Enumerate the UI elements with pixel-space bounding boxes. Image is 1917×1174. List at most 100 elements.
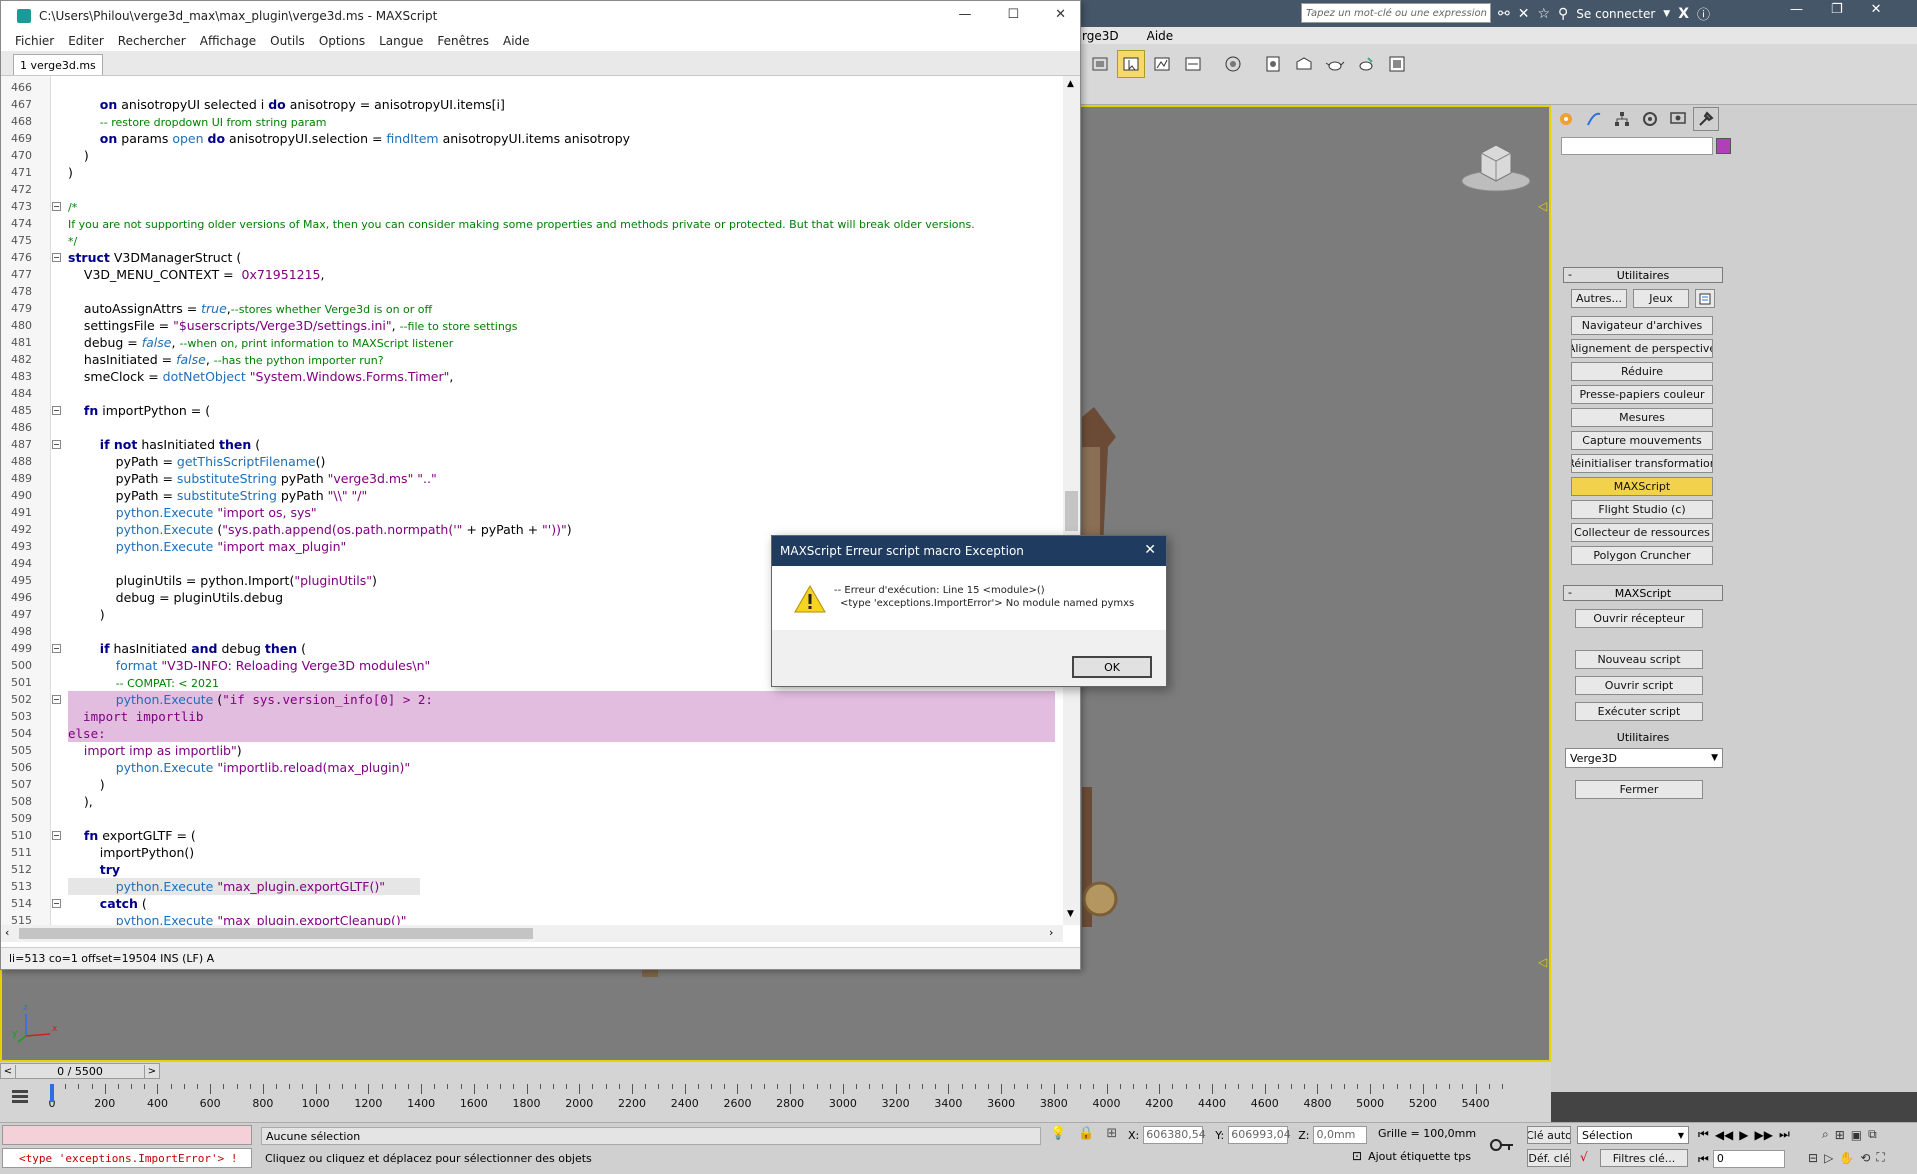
code-line[interactable]: 503 import importlib — [1, 708, 1063, 725]
listener-mini-top[interactable] — [2, 1125, 252, 1145]
menu-windows[interactable]: Fenêtres — [437, 34, 489, 48]
code-line[interactable]: 478 — [1, 283, 1063, 300]
code-line[interactable]: 508 ), — [1, 793, 1063, 810]
zoom-extents-icon[interactable]: ▣ — [1851, 1128, 1862, 1142]
maxscript-rollout-header[interactable]: - MAXScript — [1563, 585, 1723, 601]
set-key-button[interactable]: Déf. clé — [1527, 1149, 1571, 1167]
code-line[interactable]: 504 else: — [1, 725, 1063, 742]
select-object-icon[interactable] — [1117, 50, 1145, 78]
zoom-all-icon[interactable]: ⊞ — [1835, 1128, 1845, 1142]
code-line[interactable]: 469 on params open do anisotropyUI.selec… — [1, 130, 1063, 147]
render-frame-icon[interactable] — [1352, 50, 1380, 78]
code-line[interactable]: 484 — [1, 385, 1063, 402]
max-menu-help[interactable]: Aide — [1147, 29, 1174, 43]
play-icon[interactable]: ▶ — [1739, 1128, 1748, 1142]
new-script-button[interactable]: Nouveau script — [1575, 650, 1703, 669]
field-of-view-icon[interactable]: ▷ — [1824, 1151, 1833, 1165]
util-button-perspective-match[interactable]: Alignement de perspective — [1571, 339, 1713, 358]
editor-minimize-icon[interactable]: — — [958, 7, 971, 22]
code-line[interactable]: 466 — [1, 79, 1063, 96]
time-cursor[interactable] — [50, 1084, 54, 1102]
code-line[interactable]: 468 -- restore dropdown UI from string p… — [1, 113, 1063, 130]
exchange-icon[interactable]: X — [1678, 6, 1689, 22]
sets-button[interactable]: Jeux — [1633, 289, 1689, 308]
code-line[interactable]: 489 pyPath = substituteString pyPath "ve… — [1, 470, 1063, 487]
max-search-box[interactable]: Tapez un mot-clé ou une expression — [1301, 3, 1491, 23]
utilities-tab-icon[interactable] — [1693, 107, 1719, 131]
code-line[interactable]: 485 fn importPython = ( — [1, 402, 1063, 419]
editor-maximize-icon[interactable]: ☐ — [1007, 7, 1019, 22]
menu-edit[interactable]: Editer — [68, 34, 104, 48]
code-line[interactable]: 473 /* — [1, 198, 1063, 215]
code-line[interactable]: 472 — [1, 181, 1063, 198]
tools-icon[interactable]: ✕ — [1518, 6, 1530, 22]
code-editor[interactable]: 466 467 on anisotropyUI selected i do ani… — [1, 76, 1063, 925]
max-minimize-icon[interactable]: — — [1790, 2, 1803, 17]
help-icon[interactable]: ⓘ — [1697, 4, 1710, 23]
fold-toggle-icon[interactable] — [52, 202, 61, 211]
menu-view[interactable]: Affichage — [200, 34, 256, 48]
close-utility-button[interactable]: Fermer — [1575, 780, 1703, 799]
code-line[interactable]: 511 importPython() — [1, 844, 1063, 861]
util-button-maxscript[interactable]: MAXScript — [1571, 477, 1713, 496]
render-setup-icon[interactable] — [1290, 50, 1318, 78]
code-line[interactable]: 483 smeClock = dotNetObject "System.Wind… — [1, 368, 1063, 385]
code-line[interactable]: 467 on anisotropyUI selected i do anisot… — [1, 96, 1063, 113]
key-mode-icon[interactable] — [1488, 1131, 1516, 1159]
fold-toggle-icon[interactable] — [52, 406, 61, 415]
util-button-reset-xform[interactable]: Réinitialiser transformation — [1571, 454, 1713, 473]
code-line[interactable]: 482 hasInitiated = false, --has the pyth… — [1, 351, 1063, 368]
scroll-down-icon[interactable]: ▼ — [1067, 909, 1074, 919]
open-listener-button[interactable]: Ouvrir récepteur — [1575, 609, 1703, 628]
isolate-icon[interactable]: 💡 — [1050, 1126, 1066, 1141]
fold-toggle-icon[interactable] — [52, 644, 61, 653]
graph-editor-icon[interactable] — [1148, 50, 1176, 78]
time-config-icon[interactable]: ⊟ — [1808, 1151, 1818, 1165]
scroll-left-icon[interactable]: ‹ — [5, 926, 9, 939]
next-frame-icon[interactable]: ▶▶ — [1755, 1128, 1773, 1142]
pan-icon[interactable]: ✋ — [1839, 1151, 1854, 1165]
fold-toggle-icon[interactable] — [52, 831, 61, 840]
fold-toggle-icon[interactable] — [52, 253, 61, 262]
code-line[interactable]: 486 — [1, 419, 1063, 436]
connect-button[interactable]: Se connecter — [1576, 7, 1655, 21]
goto-start-icon[interactable]: ⏮ — [1698, 1127, 1709, 1142]
goto-end-icon[interactable]: ⏭ — [1779, 1127, 1790, 1142]
menu-language[interactable]: Langue — [379, 34, 423, 48]
code-line[interactable]: 491 python.Execute "import os, sys" — [1, 504, 1063, 521]
zoom-extents-all-icon[interactable]: ⧉ — [1868, 1127, 1877, 1142]
create-tab-icon[interactable] — [1553, 107, 1579, 131]
fold-toggle-icon[interactable] — [52, 440, 61, 449]
utilities-rollout-header[interactable]: - Utilitaires — [1563, 267, 1723, 283]
util-button-flight-studio[interactable]: Flight Studio (c) — [1571, 500, 1713, 519]
menu-file[interactable]: Fichier — [15, 34, 54, 48]
timeline-ruler[interactable]: 0 200 400 600 800 1000 1200 1400 1600 1800 2000 220… — [49, 1084, 1503, 1120]
object-color-swatch[interactable] — [1716, 138, 1731, 154]
render-shortcut-icon[interactable] — [1383, 50, 1411, 78]
menu-options[interactable]: Options — [319, 34, 365, 48]
editor-vertical-scrollbar[interactable]: ▲ ▼ — [1063, 76, 1080, 925]
z-coordinate-field[interactable]: 0,0mm — [1313, 1126, 1368, 1144]
motion-tab-icon[interactable] — [1637, 107, 1663, 131]
view-cube[interactable] — [1459, 137, 1533, 197]
schematic-icon[interactable] — [1219, 50, 1247, 78]
code-line[interactable]: 513 python.Execute "max_plugin.exportGLT… — [1, 878, 1063, 895]
util-button-motion-capture[interactable]: Capture mouvements — [1571, 431, 1713, 450]
vertical-scroll-thumb[interactable] — [1065, 491, 1078, 531]
code-line[interactable]: 479 autoAssignAttrs = true,--stores whet… — [1, 300, 1063, 317]
configure-sets-icon[interactable] — [1695, 289, 1715, 308]
key-tangent-icon[interactable]: √ — [1580, 1150, 1588, 1164]
code-line[interactable]: 477 V3D_MENU_CONTEXT = 0x71951215, — [1, 266, 1063, 283]
y-coordinate-field[interactable]: 606993,04 — [1228, 1126, 1291, 1144]
run-script-button[interactable]: Exécuter script — [1575, 702, 1703, 721]
fold-toggle-icon[interactable] — [52, 899, 61, 908]
code-line[interactable]: 505 import imp as importlib") — [1, 742, 1063, 759]
object-name-field[interactable] — [1561, 137, 1713, 155]
code-line[interactable]: 475 */ — [1, 232, 1063, 249]
code-line[interactable]: 512 try — [1, 861, 1063, 878]
code-line[interactable]: 488 pyPath = getThisScriptFilename() — [1, 453, 1063, 470]
time-tag-icon[interactable]: ⊡ — [1352, 1149, 1362, 1163]
code-line[interactable]: 490 pyPath = substituteString pyPath "\\… — [1, 487, 1063, 504]
code-line[interactable]: 506 python.Execute "importlib.reload(max… — [1, 759, 1063, 776]
zoom-icon[interactable]: ⌕ — [1822, 1127, 1829, 1142]
